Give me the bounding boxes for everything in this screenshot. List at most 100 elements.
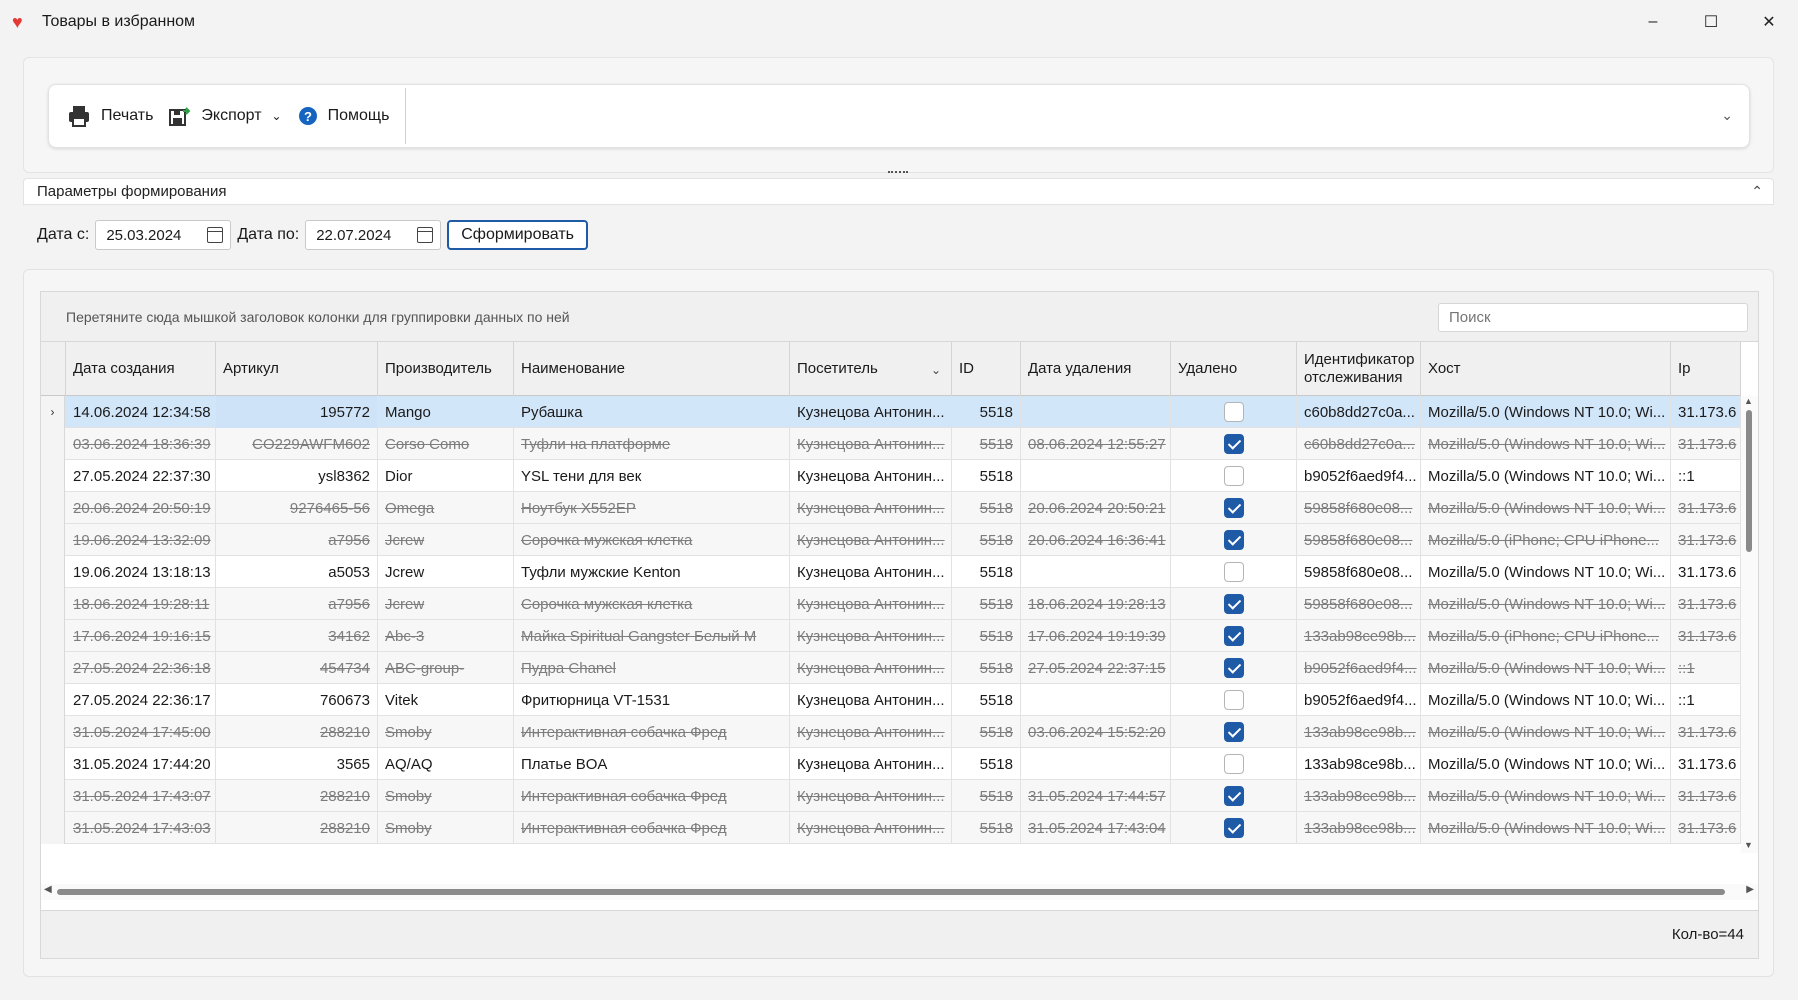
table-cell-id[interactable]: 5518: [952, 780, 1021, 812]
table-cell-visitor[interactable]: Кузнецова Антонин...: [790, 524, 952, 556]
scroll-up-icon[interactable]: ▲: [1744, 396, 1753, 406]
table-cell-visitor[interactable]: Кузнецова Антонин...: [790, 460, 952, 492]
column-header[interactable]: Артикул: [216, 342, 378, 396]
table-cell-visitor[interactable]: Кузнецова Антонин...: [790, 588, 952, 620]
table-row[interactable]: 31.05.2024 17:43:03 288210 Smoby Интерактив…: [41, 812, 1741, 844]
table-cell-sku[interactable]: a7956: [216, 588, 378, 620]
table-cell-host[interactable]: Mozilla/5.0 (Windows NT 10.0; Wi...: [1421, 396, 1671, 428]
params-section-header[interactable]: Параметры формирования ⌃: [23, 178, 1774, 205]
deleted-checkbox[interactable]: [1223, 626, 1244, 646]
table-row[interactable]: 27.05.2024 22:36:18 454734 ABC-group- Пудра…: [41, 652, 1741, 684]
table-cell-deleted-at[interactable]: [1021, 556, 1171, 588]
table-cell-ip[interactable]: 31.173.6: [1671, 588, 1741, 620]
table-cell-sku[interactable]: 760673: [216, 684, 378, 716]
column-header[interactable]: Дата создания: [66, 342, 216, 396]
vertical-scrollbar[interactable]: ▲ ▼: [1741, 396, 1758, 853]
deleted-checkbox[interactable]: [1223, 530, 1244, 550]
table-row[interactable]: 27.05.2024 22:36:17 760673 Vitek Фритюрница…: [41, 684, 1741, 716]
table-cell-ip[interactable]: 31.173.6: [1671, 524, 1741, 556]
table-cell-tracking[interactable]: 133ab98ce98b...: [1297, 716, 1421, 748]
deleted-checkbox[interactable]: [1223, 818, 1244, 838]
table-cell-created[interactable]: 31.05.2024 17:45:00: [66, 716, 216, 748]
table-cell-host[interactable]: Mozilla/5.0 (Windows NT 10.0; Wi...: [1421, 716, 1671, 748]
search-input[interactable]: [1438, 303, 1748, 332]
table-cell-id[interactable]: 5518: [952, 812, 1021, 844]
table-cell-id[interactable]: 5518: [952, 460, 1021, 492]
table-cell-sku[interactable]: 288210: [216, 716, 378, 748]
deleted-checkbox[interactable]: [1223, 434, 1244, 454]
table-cell-ip[interactable]: ::1: [1671, 684, 1741, 716]
horizontal-scroll-thumb[interactable]: [57, 889, 1725, 895]
table-cell-created[interactable]: 03.06.2024 18:36:39: [66, 428, 216, 460]
row-indicator[interactable]: [41, 716, 65, 748]
group-panel[interactable]: Перетяните сюда мышкой заголовок колонки…: [41, 292, 1758, 342]
column-header-visitor[interactable]: Посетитель ⌄: [790, 342, 952, 396]
deleted-checkbox[interactable]: [1223, 402, 1244, 422]
row-indicator[interactable]: [41, 684, 65, 716]
table-cell-name[interactable]: Фритюрница VT-1531: [514, 684, 790, 716]
table-cell-tracking[interactable]: c60b8dd27c0a...: [1297, 428, 1421, 460]
table-cell-ip[interactable]: 31.173.6: [1671, 492, 1741, 524]
table-cell-host[interactable]: Mozilla/5.0 (Windows NT 10.0; Wi...: [1421, 780, 1671, 812]
table-cell-created[interactable]: 14.06.2024 12:34:58: [66, 396, 216, 428]
row-indicator[interactable]: [41, 748, 65, 780]
table-cell-created[interactable]: 27.05.2024 22:37:30: [66, 460, 216, 492]
table-cell-tracking[interactable]: b9052f6aed9f4...: [1297, 684, 1421, 716]
table-cell-id[interactable]: 5518: [952, 684, 1021, 716]
deleted-checkbox[interactable]: [1223, 690, 1244, 710]
table-row[interactable]: 03.06.2024 18:36:39 CO229AWFM602 Corso Com…: [41, 428, 1741, 460]
row-indicator[interactable]: [41, 588, 65, 620]
table-cell-host[interactable]: Mozilla/5.0 (Windows NT 10.0; Wi...: [1421, 460, 1671, 492]
table-cell-id[interactable]: 5518: [952, 748, 1021, 780]
table-row[interactable]: 19.06.2024 13:32:09 a7956 Jcrew Сорочка муж…: [41, 524, 1741, 556]
table-row[interactable]: › 14.06.2024 12:34:58 195772 Mango Рубашка Ку…: [41, 396, 1741, 428]
table-cell-id[interactable]: 5518: [952, 556, 1021, 588]
table-cell-sku[interactable]: 454734: [216, 652, 378, 684]
table-cell-id[interactable]: 5518: [952, 620, 1021, 652]
table-cell-host[interactable]: Mozilla/5.0 (Windows NT 10.0; Wi...: [1421, 652, 1671, 684]
export-button[interactable]: Экспорт ⌄: [161, 96, 289, 136]
table-cell-name[interactable]: Сорочка мужская клетка: [514, 588, 790, 620]
table-cell-sku[interactable]: 9276465-56: [216, 492, 378, 524]
column-header[interactable]: ID: [952, 342, 1021, 396]
table-cell-created[interactable]: 31.05.2024 17:44:20: [66, 748, 216, 780]
table-cell-maker[interactable]: Dior: [378, 460, 514, 492]
splitter-handle[interactable]: [888, 171, 908, 175]
table-cell-tracking[interactable]: 133ab98ce98b...: [1297, 812, 1421, 844]
deleted-checkbox[interactable]: [1223, 466, 1244, 486]
table-cell-deleted-at[interactable]: 31.05.2024 17:43:04: [1021, 812, 1171, 844]
table-cell-maker[interactable]: ABC-group-: [378, 652, 514, 684]
table-cell-deleted-at[interactable]: 03.06.2024 15:52:20: [1021, 716, 1171, 748]
table-cell-visitor[interactable]: Кузнецова Антонин...: [790, 812, 952, 844]
table-cell-sku[interactable]: 288210: [216, 812, 378, 844]
deleted-checkbox[interactable]: [1223, 786, 1244, 806]
table-cell-host[interactable]: Mozilla/5.0 (Windows NT 10.0; Wi...: [1421, 492, 1671, 524]
row-indicator[interactable]: [41, 492, 65, 524]
table-cell-sku[interactable]: 195772: [216, 396, 378, 428]
table-cell-host[interactable]: Mozilla/5.0 (Windows NT 10.0; Wi...: [1421, 684, 1671, 716]
table-cell-created[interactable]: 19.06.2024 13:32:09: [66, 524, 216, 556]
table-cell-ip[interactable]: 31.173.6: [1671, 428, 1741, 460]
table-row[interactable]: 19.06.2024 13:18:13 a5053 Jcrew Туфли мужск…: [41, 556, 1741, 588]
table-cell-tracking[interactable]: 59858f680e08...: [1297, 556, 1421, 588]
column-header[interactable]: Дата удаления: [1021, 342, 1171, 396]
scroll-left-icon[interactable]: ◀: [44, 884, 52, 895]
column-header[interactable]: Наименование: [514, 342, 790, 396]
table-cell-visitor[interactable]: Кузнецова Антонин...: [790, 716, 952, 748]
deleted-checkbox[interactable]: [1223, 754, 1244, 774]
table-cell-host[interactable]: Mozilla/5.0 (Windows NT 10.0; Wi...: [1421, 748, 1671, 780]
table-cell-name[interactable]: Пудра Chanel: [514, 652, 790, 684]
table-cell-host[interactable]: Mozilla/5.0 (Windows NT 10.0; Wi...: [1421, 588, 1671, 620]
deleted-checkbox[interactable]: [1223, 594, 1244, 614]
generate-button[interactable]: Сформировать: [447, 220, 588, 250]
table-cell-host[interactable]: Mozilla/5.0 (Windows NT 10.0; Wi...: [1421, 812, 1671, 844]
table-cell-deleted-at[interactable]: [1021, 396, 1171, 428]
table-cell-ip[interactable]: 31.173.6: [1671, 780, 1741, 812]
table-cell-visitor[interactable]: Кузнецова Антонин...: [790, 428, 952, 460]
table-cell-visitor[interactable]: Кузнецова Антонин...: [790, 652, 952, 684]
table-cell-name[interactable]: Ноутбук X552EP: [514, 492, 790, 524]
print-button[interactable]: Печать: [59, 96, 161, 136]
table-cell-visitor[interactable]: Кузнецова Антонин...: [790, 492, 952, 524]
table-cell-tracking[interactable]: c60b8dd27c0a...: [1297, 396, 1421, 428]
table-cell-maker[interactable]: Jcrew: [378, 556, 514, 588]
